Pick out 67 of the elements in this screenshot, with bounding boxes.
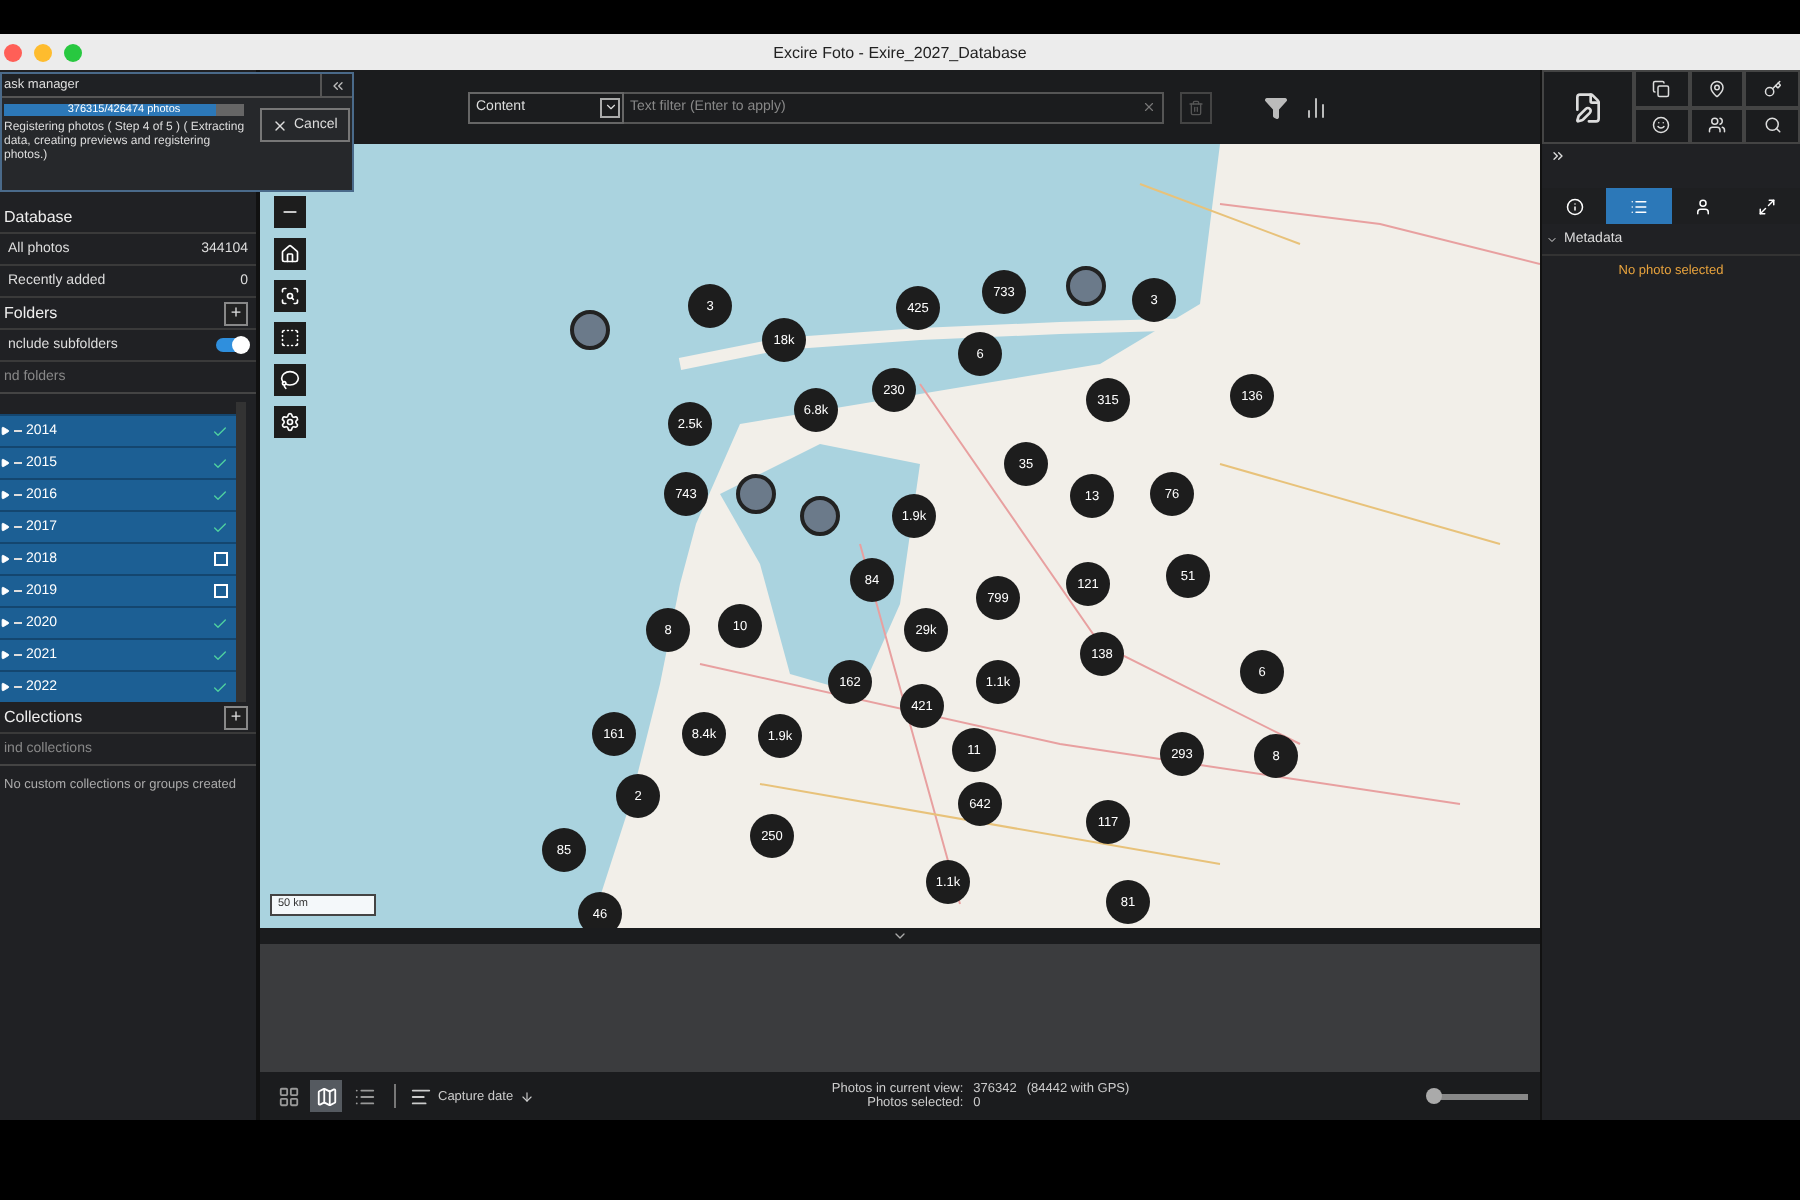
map-drawing[interactable] <box>260 144 1540 928</box>
lasso-button[interactable] <box>274 364 306 396</box>
list-icon[interactable] <box>1629 197 1648 215</box>
expand-icon[interactable] <box>1550 148 1566 164</box>
key-icon[interactable] <box>1763 79 1782 98</box>
section-title: Database <box>4 208 73 226</box>
expand-icon[interactable] <box>0 458 10 468</box>
section-title: Folders <box>4 304 58 322</box>
map-search-button[interactable] <box>274 280 306 312</box>
people-icon[interactable] <box>1707 116 1726 135</box>
collapse-icon[interactable] <box>892 928 908 944</box>
expand-icon[interactable] <box>0 554 10 564</box>
section-title: Collections <box>4 708 83 726</box>
expand-icon[interactable] <box>0 618 10 628</box>
pin-button[interactable] <box>1689 70 1745 107</box>
select-button[interactable] <box>274 322 306 354</box>
copy-icon[interactable] <box>1652 79 1671 98</box>
expand-icon[interactable] <box>0 586 10 596</box>
expand-icon[interactable] <box>0 490 10 500</box>
add-button[interactable]: + <box>224 705 248 729</box>
copy-button[interactable] <box>1634 70 1690 107</box>
check-icon[interactable] <box>212 615 228 631</box>
check-icon[interactable] <box>212 647 228 663</box>
expand-icon[interactable] <box>0 426 10 436</box>
expand-icon[interactable] <box>0 682 10 692</box>
check-icon[interactable] <box>212 519 228 535</box>
edit-button[interactable] <box>1542 70 1634 144</box>
search-icon[interactable] <box>1763 116 1782 135</box>
edit-icon[interactable] <box>1572 91 1604 123</box>
check-icon[interactable] <box>212 423 228 439</box>
check-icon[interactable] <box>212 487 228 503</box>
person-icon[interactable] <box>1694 197 1713 215</box>
close-icon[interactable] <box>272 117 288 133</box>
toggle[interactable] <box>216 338 248 352</box>
filter-button[interactable] <box>1264 95 1288 119</box>
window-title: Excire Foto - Exire_2027_Database <box>771 43 1029 61</box>
key-button[interactable] <box>1744 70 1800 107</box>
scan-search-icon[interactable] <box>280 286 300 306</box>
checkbox[interactable] <box>214 552 228 566</box>
check-icon[interactable] <box>212 455 228 471</box>
checkbox[interactable] <box>214 584 228 598</box>
collapse-icon[interactable] <box>1546 233 1558 245</box>
add-button[interactable]: + <box>224 301 248 325</box>
check-icon[interactable] <box>212 679 228 695</box>
face-icon[interactable] <box>1652 116 1671 135</box>
search-button[interactable] <box>1744 107 1800 144</box>
settings-icon[interactable] <box>280 412 300 432</box>
settings-button[interactable] <box>274 406 306 438</box>
home-icon[interactable] <box>280 244 300 264</box>
sort-icon[interactable] <box>410 1085 432 1107</box>
chart-button[interactable] <box>1304 95 1328 119</box>
zoom-slider[interactable] <box>1428 1093 1528 1099</box>
expand-icon[interactable] <box>0 650 10 660</box>
expand-icon[interactable] <box>1758 197 1777 215</box>
arrow-down-icon[interactable] <box>519 1089 534 1103</box>
people-button[interactable] <box>1689 107 1745 144</box>
zoom-out-button[interactable] <box>274 196 306 228</box>
expand-icon[interactable] <box>0 522 10 532</box>
caret-icon[interactable] <box>603 100 617 114</box>
clear-icon[interactable] <box>1142 99 1156 113</box>
info-icon[interactable] <box>1565 197 1584 215</box>
face-button[interactable] <box>1634 107 1690 144</box>
lasso-icon[interactable] <box>280 370 300 390</box>
home-button[interactable] <box>274 238 306 270</box>
box-select-icon[interactable] <box>280 328 300 348</box>
pin-icon[interactable] <box>1707 79 1726 98</box>
double-chevron-icon[interactable] <box>329 77 345 93</box>
